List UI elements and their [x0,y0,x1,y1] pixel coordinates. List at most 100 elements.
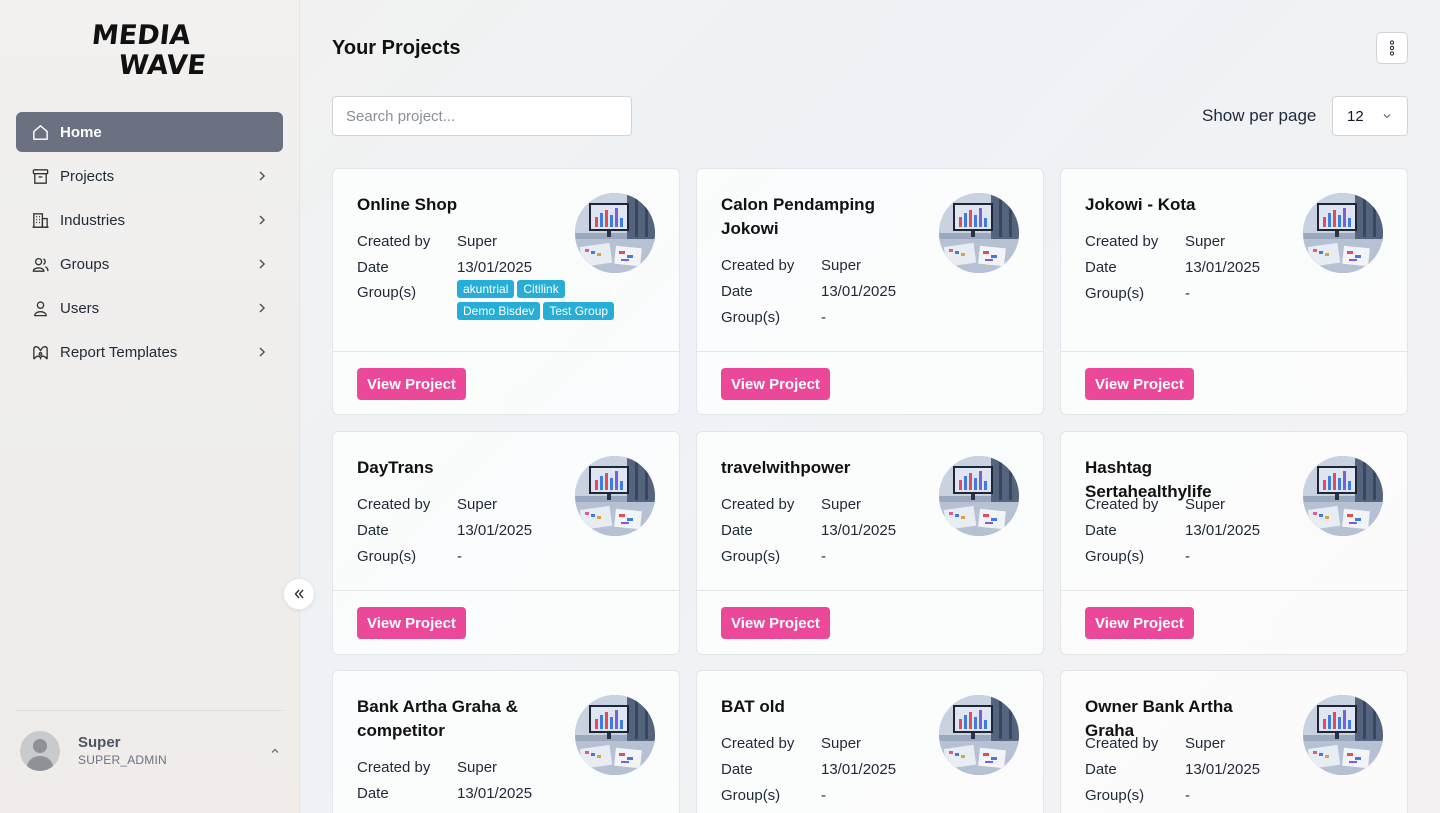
date-value: 13/01/2025 [457,258,533,276]
groups-label: Group(s) [1085,786,1145,804]
card-divider [333,351,679,352]
groups-value: - [1185,786,1190,804]
group-tags: akuntrial Citilink Demo Bisdev Test Grou… [457,280,637,320]
created-by-value: Super [821,495,862,513]
sidebar-item-projects[interactable]: Projects [16,156,283,196]
group-tag: Test Group [543,302,615,320]
view-project-button[interactable]: View Project [721,607,830,639]
project-thumbnail [575,456,655,536]
sidebar-item-report-templates[interactable]: Report Templates [16,332,283,372]
date-label: Date [721,521,753,539]
created-by-label: Created by [357,758,431,776]
project-meta: Created by Super Date 13/01/2025 Group(s) - [721,730,896,808]
created-by-value: Super [1185,734,1226,752]
avatar [20,730,60,771]
home-icon [30,122,50,142]
chevron-right-icon [259,259,266,269]
view-project-button[interactable]: View Project [357,607,466,639]
search-input[interactable] [332,96,632,136]
created-by-value: Super [1185,495,1226,513]
view-project-button[interactable]: View Project [357,368,466,400]
user-profile[interactable]: Super SUPER_ADMIN [16,710,283,790]
group-tag: Demo Bisdev [457,302,541,320]
sidebar-item-home[interactable]: Home [16,112,283,152]
project-card: BAT old Created by Super Date 13/01/2025 G… [696,670,1044,813]
chevron-down-icon [1383,114,1391,119]
project-thumbnail [1303,193,1383,273]
svg-text:MEDIA: MEDIA [92,20,192,51]
project-title[interactable]: Bank Artha Graha & competitor [357,695,547,743]
project-meta: Created by Super Date 13/01/2025 Group(s) - [1085,228,1260,306]
created-by-label: Created by [357,232,431,250]
project-title[interactable]: DayTrans [357,456,547,480]
created-by-label: Created by [721,256,795,274]
project-thumbnail [1303,456,1383,536]
sidebar-nav: Home Projects Industries Groups Users Re… [16,112,283,376]
card-divider [1061,590,1407,591]
project-thumbnail [939,456,1019,536]
page-title: Your Projects [332,37,461,59]
project-meta: Created by Super Date 13/01/2025 Group(s) - [1085,491,1260,569]
date-label: Date [721,282,753,300]
project-card: Bank Artha Graha & competitor Created by… [332,670,680,813]
created-by-label: Created by [721,495,795,513]
sidebar-item-groups[interactable]: Groups [16,244,283,284]
users-icon [30,254,50,274]
date-label: Date [721,760,753,778]
kebab-menu-icon [1390,40,1394,56]
project-title[interactable]: travelwithpower [721,456,911,480]
created-by-label: Created by [357,495,431,513]
date-label: Date [1085,521,1117,539]
project-title[interactable]: Online Shop [357,193,547,217]
created-by-label: Created by [1085,232,1159,250]
user-name: Super [78,734,121,751]
sidebar-item-label: Report Templates [60,343,178,361]
project-meta: Created by Super Date 13/01/2025 Group(s) - [1085,730,1260,808]
created-by-value: Super [821,256,862,274]
date-label: Date [357,258,389,276]
project-meta: Created by Super Date 13/01/2025 Group(s) … [357,228,637,320]
date-label: Date [1085,258,1117,276]
building-icon [30,210,50,230]
view-project-button[interactable]: View Project [1085,607,1194,639]
sidebar-item-label: Home [60,123,102,141]
sidebar-item-label: Groups [60,255,110,273]
project-card: Jokowi - Kota Created by Super Date 13/01/… [1060,168,1408,415]
sidebar-item-users[interactable]: Users [16,288,283,328]
more-options-button[interactable] [1376,32,1408,64]
groups-label: Group(s) [721,308,781,326]
project-title[interactable]: Jokowi - Kota [1085,193,1275,217]
view-project-button[interactable]: View Project [1085,368,1194,400]
groups-label: Group(s) [357,284,417,301]
project-title[interactable]: BAT old [721,695,911,719]
chevron-right-icon [259,171,266,181]
project-meta: Created by Super Date 13/01/2025 Group(s) - [357,491,532,569]
card-divider [333,590,679,591]
groups-value: - [1185,284,1190,302]
chevron-up-icon[interactable] [269,745,281,757]
view-project-button[interactable]: View Project [721,368,830,400]
svg-text:WAVE: WAVE [117,50,207,78]
groups-label: Group(s) [1085,284,1145,302]
project-thumbnail [939,193,1019,273]
sidebar-item-industries[interactable]: Industries [16,200,283,240]
project-title[interactable]: Calon Pendamping Jokowi [721,193,911,241]
project-meta: Created by Super Date 13/01/2025 [357,754,532,806]
per-page-value: 12 [1347,107,1364,125]
chevron-right-icon [259,347,266,357]
created-by-value: Super [821,734,862,752]
created-by-label: Created by [1085,734,1159,752]
created-by-value: Super [457,232,498,250]
groups-value: - [457,547,462,565]
mediawave-logo[interactable]: MEDIA WAVE [92,16,208,78]
groups-label: Group(s) [721,547,781,565]
groups-value: - [821,547,826,565]
archive-icon [30,166,50,186]
collapse-sidebar-button[interactable] [283,578,315,610]
date-value: 13/01/2025 [821,282,897,300]
date-value: 13/01/2025 [1185,760,1261,778]
date-value: 13/01/2025 [457,784,533,802]
per-page-select[interactable]: 12 [1332,96,1408,136]
sidebar-item-label: Projects [60,167,115,185]
chevrons-left-icon [294,589,304,599]
